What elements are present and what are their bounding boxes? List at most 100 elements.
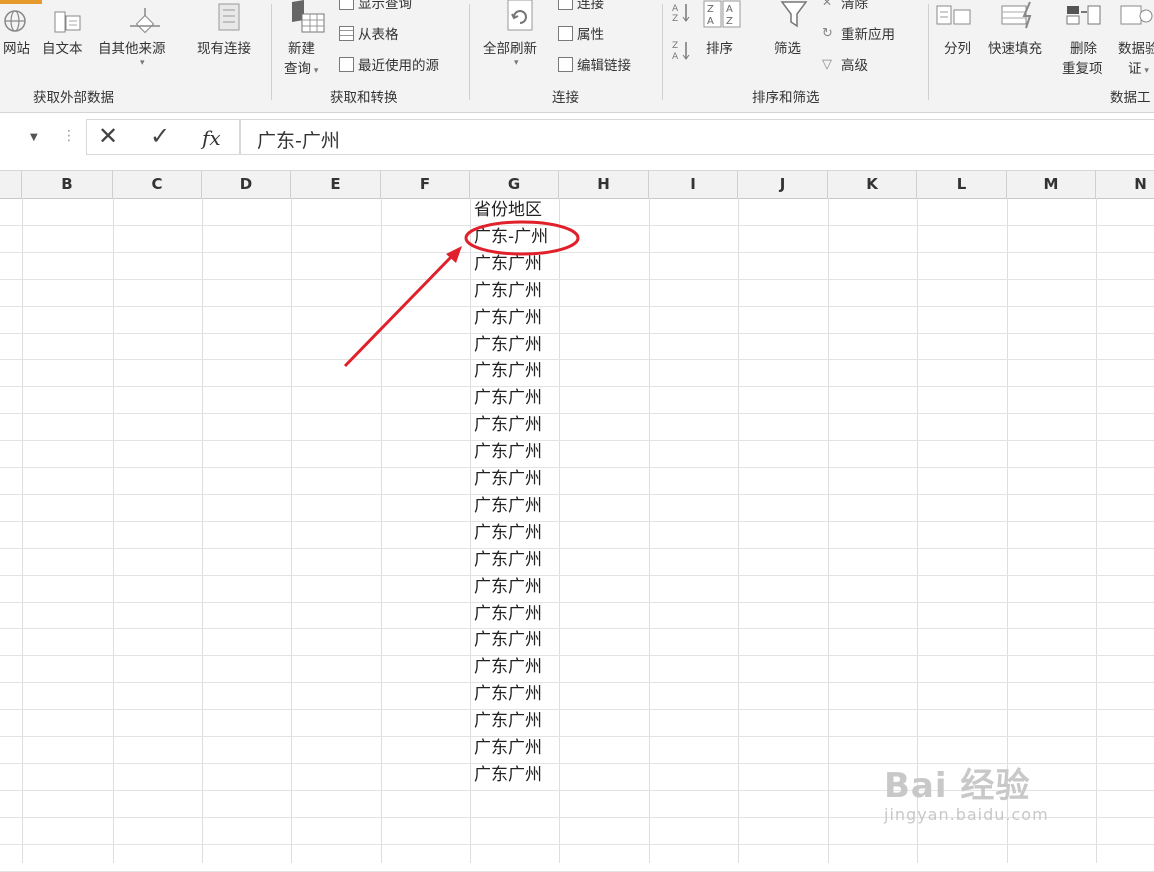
cell-g6[interactable]: 广东广州: [474, 332, 558, 358]
column-header-c[interactable]: C: [113, 171, 202, 198]
edit-links-icon: [558, 56, 573, 72]
ribbon: 网站 自文本 自其他来源 ▾ 现有连接 获取外部数据 新建 查询 ▾ 显示查询 …: [0, 0, 1154, 113]
cell-g13[interactable]: 广东广州: [474, 520, 558, 546]
remove-duplicates-button-line2[interactable]: 重复项: [1062, 57, 1103, 77]
from-web-button[interactable]: 网站: [3, 37, 30, 57]
new-query-icon: [290, 0, 330, 40]
group-label-sort-filter: 排序和筛选: [752, 90, 820, 106]
cell-g21[interactable]: 广东广州: [474, 735, 558, 761]
cell-g15[interactable]: 广东广州: [474, 574, 558, 600]
confirm-entry-icon[interactable]: ✓: [150, 122, 170, 150]
text-file-icon: [52, 4, 82, 38]
column-headers: BCDEFGHIJKLMN: [0, 170, 1154, 199]
grid-row-line: [0, 440, 1154, 441]
grid-row-line: [0, 413, 1154, 414]
insert-function-button[interactable]: fx: [202, 126, 221, 150]
edit-links-button[interactable]: 编辑链接: [558, 54, 631, 74]
cell-g11[interactable]: 广东广州: [474, 466, 558, 492]
column-header-k[interactable]: K: [828, 171, 917, 198]
baidu-watermark: Bai 经验 jingyan.baidu.com: [884, 758, 1049, 824]
watermark-logo: Bai 经验: [884, 766, 1031, 806]
svg-text:A: A: [672, 4, 679, 14]
grid-row-line: [0, 682, 1154, 683]
cell-g16[interactable]: 广东广州: [474, 601, 558, 627]
from-table-button[interactable]: 从表格: [339, 23, 399, 43]
active-tab-indicator: [0, 0, 42, 4]
column-header-n[interactable]: N: [1096, 171, 1154, 198]
from-text-button[interactable]: 自文本: [42, 37, 83, 57]
cell-g4[interactable]: 广东广州: [474, 278, 558, 304]
cell-g20[interactable]: 广东广州: [474, 708, 558, 734]
column-header-l[interactable]: L: [917, 171, 1007, 198]
cancel-entry-icon[interactable]: ✕: [98, 122, 118, 150]
existing-connections-button[interactable]: 现有连接: [197, 37, 251, 57]
grid-row-line: [0, 252, 1154, 253]
flash-fill-button[interactable]: 快速填充: [988, 37, 1042, 57]
cell-g7[interactable]: 广东广州: [474, 358, 558, 384]
cell-g3[interactable]: 广东广州: [474, 251, 558, 277]
cell-g14[interactable]: 广东广州: [474, 547, 558, 573]
flash-fill-icon: [1000, 0, 1040, 34]
column-header-m[interactable]: M: [1007, 171, 1096, 198]
from-other-sources-button[interactable]: 自其他来源: [98, 37, 166, 57]
svg-text:A: A: [707, 16, 714, 27]
new-query-button-line2[interactable]: 查询 ▾: [284, 57, 318, 77]
sort-button[interactable]: 排序: [706, 37, 733, 57]
cell-g17[interactable]: 广东广州: [474, 627, 558, 653]
cell-g5[interactable]: 广东广州: [474, 305, 558, 331]
column-header-j[interactable]: J: [738, 171, 828, 198]
chevron-down-icon: ▾: [514, 58, 519, 68]
formula-bar-grip[interactable]: ⋮: [62, 128, 76, 144]
filter-funnel-icon: [780, 0, 808, 34]
query-icon: [339, 0, 354, 10]
properties-button[interactable]: 属性: [558, 23, 604, 43]
cell-g2[interactable]: 广东-广州: [474, 224, 558, 250]
recent-sources-button[interactable]: 最近使用的源: [339, 54, 439, 74]
column-header-f[interactable]: F: [381, 171, 470, 198]
cell-g18[interactable]: 广东广州: [474, 654, 558, 680]
text-to-columns-button[interactable]: 分列: [944, 37, 971, 57]
refresh-all-button[interactable]: 全部刷新: [483, 37, 537, 57]
name-box-dropdown-icon[interactable]: ▼: [30, 132, 38, 143]
formula-input[interactable]: 广东-广州: [240, 119, 1154, 155]
advanced-filter-icon: ▽: [822, 56, 832, 72]
cell-g10[interactable]: 广东广州: [474, 439, 558, 465]
grid-row-line: [0, 655, 1154, 656]
cell-g9[interactable]: 广东广州: [474, 412, 558, 438]
column-header-g[interactable]: G: [470, 171, 559, 198]
cell-g19[interactable]: 广东广州: [474, 681, 558, 707]
column-header-b[interactable]: B: [22, 171, 113, 198]
column-header-e[interactable]: E: [291, 171, 381, 198]
remove-duplicates-button[interactable]: 删除: [1070, 37, 1097, 57]
globe-icon: [2, 8, 28, 38]
cell-g12[interactable]: 广东广州: [474, 493, 558, 519]
grid-row-line: [0, 736, 1154, 737]
advanced-filter-button[interactable]: ▽ 高级: [822, 54, 868, 75]
cell-g22[interactable]: 广东广州: [474, 762, 558, 788]
column-header-i[interactable]: I: [649, 171, 738, 198]
connections-button[interactable]: 连接: [558, 0, 604, 12]
clear-filter-button[interactable]: ✕ 清除: [822, 0, 868, 12]
grid-row-line: [0, 575, 1154, 576]
grid-row-line: [0, 333, 1154, 334]
group-label-get-transform: 获取和转换: [330, 90, 398, 106]
sort-dialog-icon: ZAAZ: [703, 0, 743, 32]
new-query-button[interactable]: 新建: [288, 37, 315, 57]
svg-text:A: A: [672, 52, 679, 62]
filter-button[interactable]: 筛选: [774, 37, 801, 57]
watermark-url: jingyan.baidu.com: [884, 805, 1049, 824]
column-header-d[interactable]: D: [202, 171, 291, 198]
svg-text:Z: Z: [707, 4, 714, 15]
cell-g1[interactable]: 省份地区: [474, 197, 558, 223]
data-validation-button-line2[interactable]: 证 ▾: [1128, 57, 1149, 77]
show-queries-button[interactable]: 显示查询: [339, 0, 412, 12]
refresh-all-icon: [498, 0, 538, 38]
row-header-corner[interactable]: [0, 171, 22, 198]
grid-row-line: [0, 279, 1154, 280]
data-validation-button[interactable]: 数据验: [1118, 37, 1154, 57]
group-label-data-tools: 数据工: [1110, 90, 1151, 106]
column-header-h[interactable]: H: [559, 171, 649, 198]
cell-g8[interactable]: 广东广州: [474, 385, 558, 411]
group-divider: [662, 4, 663, 100]
reapply-button[interactable]: ↻ 重新应用: [822, 23, 895, 44]
